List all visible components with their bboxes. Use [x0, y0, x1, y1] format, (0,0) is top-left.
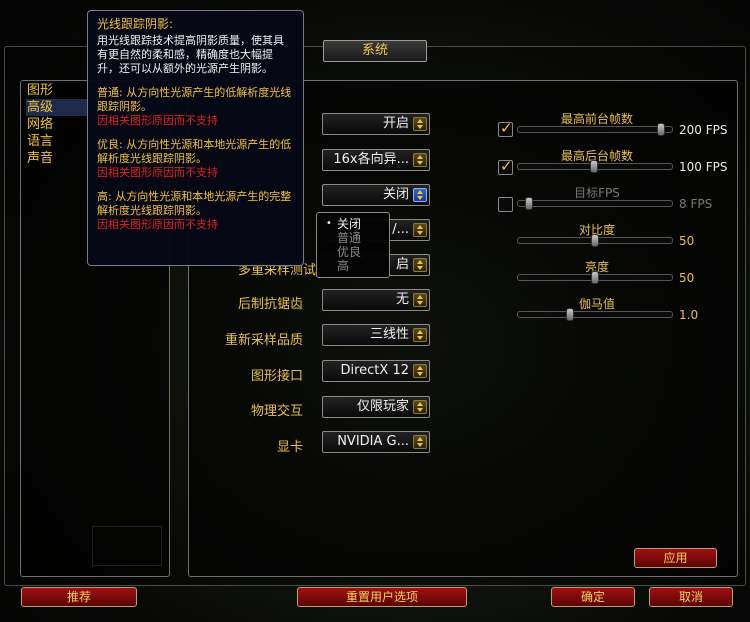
slider-thumb[interactable]: [591, 234, 599, 247]
tooltip-high: 高: 从方向性光源和本地光源产生的完整解析度光线跟踪阴影。: [97, 190, 292, 217]
option-normal[interactable]: 普通: [323, 231, 383, 245]
tooltip-normal-warning: 因相关图形原因而不支持: [97, 114, 218, 127]
checkmark-icon: ✓: [500, 157, 513, 175]
contrast-value: 50: [679, 234, 695, 248]
slider-thumb[interactable]: [525, 197, 534, 210]
checkmark-icon: ✓: [500, 119, 513, 137]
slider-thumb[interactable]: [591, 271, 599, 284]
physics-value: 仅限玩家: [356, 399, 409, 414]
max-fg-fps-value: 200 FPS: [679, 123, 728, 137]
chevron-updown-icon: [413, 435, 427, 449]
gpu-dropdown[interactable]: NVIDIA G...: [322, 431, 430, 453]
graphics-api-label: 图形接口: [250, 369, 303, 384]
resample-quality-dropdown[interactable]: 三线性: [322, 324, 430, 346]
tooltip-normal: 普通: 从方向性光源产生的低解析度光线跟踪阴影。: [97, 86, 292, 113]
tooltip-title: 光线跟踪阴影:: [97, 17, 174, 31]
target-fps-slider[interactable]: [517, 197, 673, 210]
raytraced-shadows-value: 关闭: [382, 187, 409, 202]
gpu-value: NVIDIA G...: [337, 434, 409, 449]
slider-thumb[interactable]: [566, 308, 575, 321]
ok-button[interactable]: 确定: [551, 587, 635, 607]
slider-thumb[interactable]: [656, 123, 665, 136]
gamma-value: 1.0: [679, 308, 699, 322]
cancel-button[interactable]: 取消: [649, 587, 733, 607]
recommended-button[interactable]: 推荐: [21, 587, 137, 607]
raytraced-shadows-options: • 关闭 普通 优良 高: [316, 212, 390, 278]
tooltip-good-warning: 因相关图形原因而不支持: [97, 166, 218, 179]
radio-dot-icon: •: [326, 218, 332, 229]
max-bg-fps-slider[interactable]: [517, 160, 673, 173]
gamma-label: 伽马值: [578, 297, 615, 311]
chevron-updown-icon: [413, 364, 427, 378]
physics-label: 物理交互: [250, 404, 303, 419]
tooltip-good: 优良: 从方向性光源和本地光源产生的低解析度光线跟踪阴影。: [97, 138, 292, 165]
raytraced-shadows-dropdown[interactable]: 关闭: [322, 184, 430, 206]
dialog-title: 系统: [323, 40, 427, 62]
texture-filter-value: 16x各向异...: [333, 152, 409, 167]
setting-row4-value: /...: [392, 222, 409, 237]
graphics-api-dropdown[interactable]: DirectX 12: [322, 360, 430, 382]
contrast-slider[interactable]: [517, 234, 673, 247]
chevron-updown-icon: [413, 153, 427, 167]
slider-thumb[interactable]: [589, 160, 598, 173]
resample-quality-label: 重新采样品质: [224, 333, 303, 348]
brightness-slider[interactable]: [517, 271, 673, 284]
max-bg-fps-value: 100 FPS: [679, 160, 728, 174]
chevron-updown-icon: [413, 258, 427, 272]
target-fps-value: 8 FPS: [679, 197, 713, 211]
gamma-slider[interactable]: [517, 308, 673, 321]
chevron-updown-icon: [413, 328, 427, 342]
tooltip-high-warning: 因相关图形原因而不支持: [97, 218, 218, 231]
option-good[interactable]: 优良: [323, 245, 383, 259]
max-fg-fps-checkbox[interactable]: ✓: [498, 119, 513, 137]
target-fps-label: 目标FPS: [574, 186, 620, 200]
multisample-value: 启: [395, 257, 409, 272]
resample-quality-value: 三线性: [369, 327, 409, 342]
chevron-updown-icon: [413, 188, 427, 202]
chevron-updown-icon: [413, 223, 427, 237]
brightness-value: 50: [679, 271, 695, 285]
max-bg-fps-checkbox[interactable]: ✓: [498, 157, 513, 175]
faded-background-box: [92, 526, 162, 566]
tooltip-description: 用光线跟踪技术提高阴影质量，使其具有更自然的柔和感，精确度也大幅提升，还可以从额…: [97, 34, 284, 75]
setting-row1-value: 开启: [382, 116, 409, 131]
physics-dropdown[interactable]: 仅限玩家: [322, 396, 430, 418]
option-high[interactable]: 高: [323, 259, 383, 273]
chevron-updown-icon: [413, 400, 427, 414]
texture-filter-dropdown[interactable]: 16x各向异...: [322, 149, 430, 171]
reset-user-options-button[interactable]: 重置用户选项: [297, 587, 467, 607]
post-aa-label: 后制抗锯齿: [237, 297, 303, 312]
option-off[interactable]: • 关闭: [323, 217, 383, 231]
post-aa-value: 无: [395, 292, 409, 307]
chevron-updown-icon: [413, 293, 427, 307]
max-fg-fps-slider[interactable]: [517, 123, 673, 136]
post-aa-dropdown[interactable]: 无: [322, 289, 430, 311]
raytraced-shadows-tooltip: 光线跟踪阴影: 用光线跟踪技术提高阴影质量，使其具有更自然的柔和感，精确度也大幅…: [87, 10, 304, 266]
target-fps-checkbox[interactable]: [498, 197, 513, 212]
setting-row1-dropdown[interactable]: 开启: [322, 113, 430, 135]
chevron-updown-icon: [413, 117, 427, 131]
gpu-label: 显卡: [276, 440, 303, 455]
apply-button[interactable]: 应用: [634, 548, 717, 568]
graphics-api-value: DirectX 12: [340, 363, 409, 378]
